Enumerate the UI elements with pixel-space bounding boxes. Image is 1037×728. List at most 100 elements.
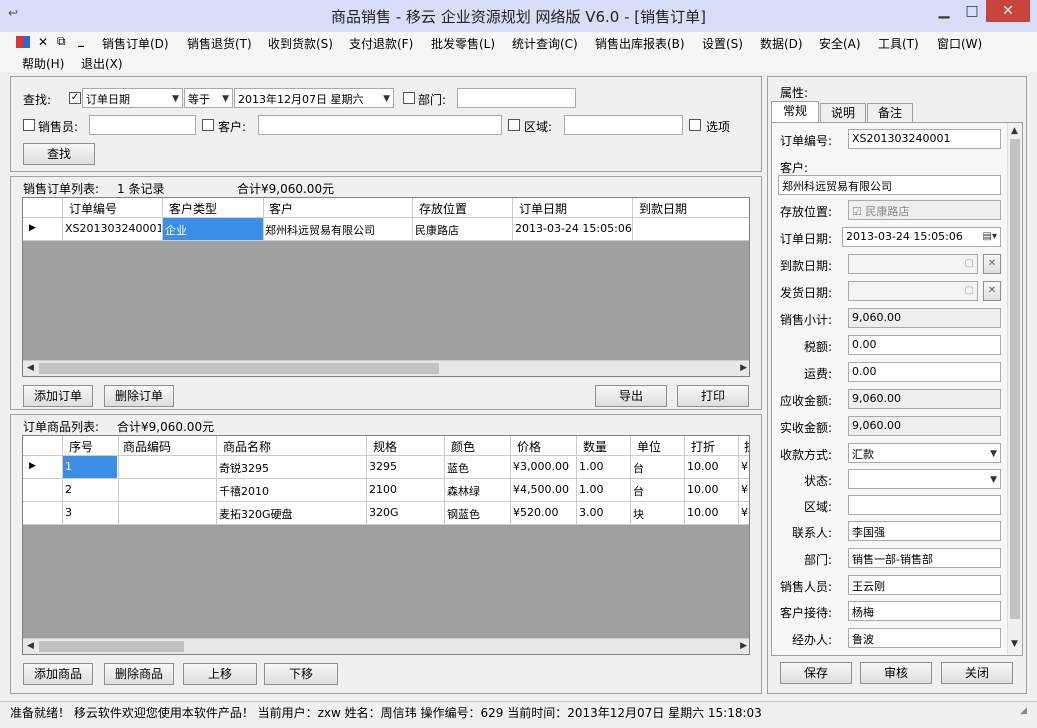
cell-discount[interactable]: 10.00: [687, 483, 719, 496]
menu-help[interactable]: 帮助(H): [22, 55, 64, 72]
clear-payment-date-button[interactable]: ✕: [983, 254, 1001, 274]
cell-order-date[interactable]: 2013-03-24 15:05:06: [515, 222, 633, 235]
pay-method-select[interactable]: 汇款 ▼: [848, 443, 1001, 463]
properties-vscrollbar[interactable]: ▲ ▼: [1007, 123, 1022, 655]
col-color[interactable]: 颜色: [451, 438, 475, 455]
col-order-date[interactable]: 订单日期: [519, 200, 567, 217]
cell-discount[interactable]: 10.00: [687, 506, 719, 519]
table-row[interactable]: ▶ 1 奇锐3295 3295 蓝色 ¥3,000.00 1.00 台 10.0…: [23, 456, 749, 479]
region-checkbox[interactable]: [508, 119, 520, 131]
ship-date-field[interactable]: ▢: [848, 281, 978, 301]
col-discount[interactable]: 打折: [691, 438, 715, 455]
save-button[interactable]: 保存: [780, 662, 852, 684]
menu-outbound-report[interactable]: 销售出库报表(B): [595, 35, 685, 52]
menu-sales-order[interactable]: 销售订单(D): [102, 35, 169, 52]
minimize-button[interactable]: ▁: [930, 0, 958, 22]
col-spec[interactable]: 规格: [373, 438, 397, 455]
cell-color[interactable]: 蓝色: [447, 460, 469, 476]
subtotal-field[interactable]: 9,060.00: [848, 308, 1001, 328]
add-goods-button[interactable]: 添加商品: [23, 663, 93, 685]
tab-description[interactable]: 说明: [820, 103, 866, 123]
cell-spec[interactable]: 2100: [369, 483, 397, 496]
cell-order-no[interactable]: XS201303240001: [65, 222, 161, 235]
col-payment-date[interactable]: 到款日期: [639, 200, 687, 217]
table-row[interactable]: 3 麦拓320G硬盘 320G 钢蓝色 ¥520.00 3.00 块 10.00…: [23, 502, 749, 525]
cell-unit[interactable]: 块: [633, 506, 644, 522]
scroll-left-icon[interactable]: ◀: [27, 641, 34, 651]
cell-location[interactable]: 民康路店: [415, 222, 511, 238]
cell-customer[interactable]: 郑州科远贸易有限公司: [265, 222, 411, 238]
cell-color[interactable]: 钢蓝色: [447, 506, 480, 522]
resize-grip-icon[interactable]: ◢: [1020, 706, 1027, 716]
received-field[interactable]: 9,060.00: [848, 416, 1001, 436]
cell-price[interactable]: ¥4,500.00: [513, 483, 569, 496]
table-row[interactable]: 2 千禧2010 2100 森林绿 ¥4,500.00 1.00 台 10.00…: [23, 479, 749, 502]
goods-grid-hscrollbar[interactable]: ◀ ▶: [23, 638, 749, 654]
cell-customer-type[interactable]: 企业: [163, 218, 263, 240]
payment-date-field[interactable]: ▢: [848, 254, 978, 274]
reception-field[interactable]: 杨梅: [848, 601, 1001, 621]
freight-field[interactable]: 0.00: [848, 362, 1001, 382]
cell-qty[interactable]: 3.00: [579, 506, 604, 519]
order-grid[interactable]: 订单编号 客户类型 客户 存放位置 订单日期 到款日期 ▶ XS20130324…: [22, 197, 750, 377]
cell-color[interactable]: 森林绿: [447, 483, 480, 499]
menu-statistics[interactable]: 统计查询(C): [512, 35, 578, 52]
scroll-left-icon[interactable]: ◀: [27, 363, 34, 373]
goods-grid[interactable]: 序号 商品编码 商品名称 规格 颜色 价格 数量 单位 打折 折 ▶ 1 奇锐3…: [22, 435, 750, 655]
move-down-button[interactable]: 下移: [264, 663, 338, 685]
cell-qty[interactable]: 1.00: [579, 483, 604, 496]
menu-window[interactable]: 窗口(W): [937, 35, 982, 52]
dept-input[interactable]: [457, 88, 576, 108]
mdi-close-icon[interactable]: ✕: [38, 35, 48, 49]
cell-goods-name[interactable]: 千禧2010: [219, 483, 365, 499]
customer-field[interactable]: 郑州科远贸易有限公司: [778, 175, 1001, 195]
dept-checkbox[interactable]: [403, 92, 415, 104]
cell-unit[interactable]: 台: [633, 483, 644, 499]
scroll-right-icon[interactable]: ▶: [740, 363, 747, 373]
menu-data[interactable]: 数据(D): [760, 35, 803, 52]
find-button[interactable]: 查找: [23, 143, 95, 165]
customer-input[interactable]: [258, 115, 502, 135]
dept-field[interactable]: 销售一部-销售部: [848, 548, 1001, 568]
cell-goods-name[interactable]: 麦拓320G硬盘: [219, 506, 365, 522]
cell-no[interactable]: 3: [65, 506, 72, 519]
export-button[interactable]: 导出: [595, 385, 667, 407]
table-row[interactable]: ▶ XS201303240001 企业 郑州科远贸易有限公司 民康路店 2013…: [23, 218, 749, 241]
menu-exit[interactable]: 退出(X): [81, 55, 123, 72]
menu-sales-return[interactable]: 销售退货(T): [187, 35, 252, 52]
print-button[interactable]: 打印: [677, 385, 749, 407]
cell-discount[interactable]: 10.00: [687, 460, 719, 473]
cell-extra[interactable]: ¥: [741, 506, 748, 519]
options-checkbox[interactable]: [689, 119, 701, 131]
region-input[interactable]: [564, 115, 683, 135]
col-order-no[interactable]: 订单编号: [69, 200, 117, 217]
calendar-icon[interactable]: ▢: [965, 285, 974, 296]
order-date-field[interactable]: 2013-03-24 15:05:06 ▤▾: [842, 227, 1001, 247]
cell-no[interactable]: 1: [63, 456, 117, 478]
mdi-restore-icon[interactable]: ⧉: [57, 34, 66, 49]
location-field[interactable]: ☑ 民康路店: [848, 200, 1001, 220]
delete-goods-button[interactable]: 删除商品: [104, 663, 174, 685]
move-up-button[interactable]: 上移: [183, 663, 257, 685]
customer-checkbox[interactable]: [202, 119, 214, 131]
cell-no[interactable]: 2: [65, 483, 72, 496]
cell-price[interactable]: ¥3,000.00: [513, 460, 569, 473]
menu-refund[interactable]: 支付退款(F): [349, 35, 413, 52]
delete-order-button[interactable]: 删除订单: [104, 385, 174, 407]
cell-spec[interactable]: 3295: [369, 460, 397, 473]
cell-extra[interactable]: ¥: [741, 483, 748, 496]
col-customer-type[interactable]: 客户类型: [169, 200, 217, 217]
field-select[interactable]: 订单日期 ▼: [82, 88, 183, 108]
operator-select[interactable]: 等于 ▼: [184, 88, 233, 108]
tab-remarks[interactable]: 备注: [867, 103, 913, 123]
menu-settings[interactable]: 设置(S): [702, 35, 743, 52]
handler-field[interactable]: 鲁波: [848, 628, 1001, 648]
col-customer[interactable]: 客户: [269, 200, 293, 217]
menu-receive-payment[interactable]: 收到货款(S): [268, 35, 333, 52]
scroll-right-icon[interactable]: ▶: [740, 641, 747, 651]
add-order-button[interactable]: 添加订单: [23, 385, 93, 407]
col-goods-code[interactable]: 商品编码: [123, 438, 171, 455]
order-grid-hscrollbar[interactable]: ◀ ▶: [23, 360, 749, 376]
close-properties-button[interactable]: 关闭: [941, 662, 1013, 684]
cell-extra[interactable]: ¥: [741, 460, 748, 473]
